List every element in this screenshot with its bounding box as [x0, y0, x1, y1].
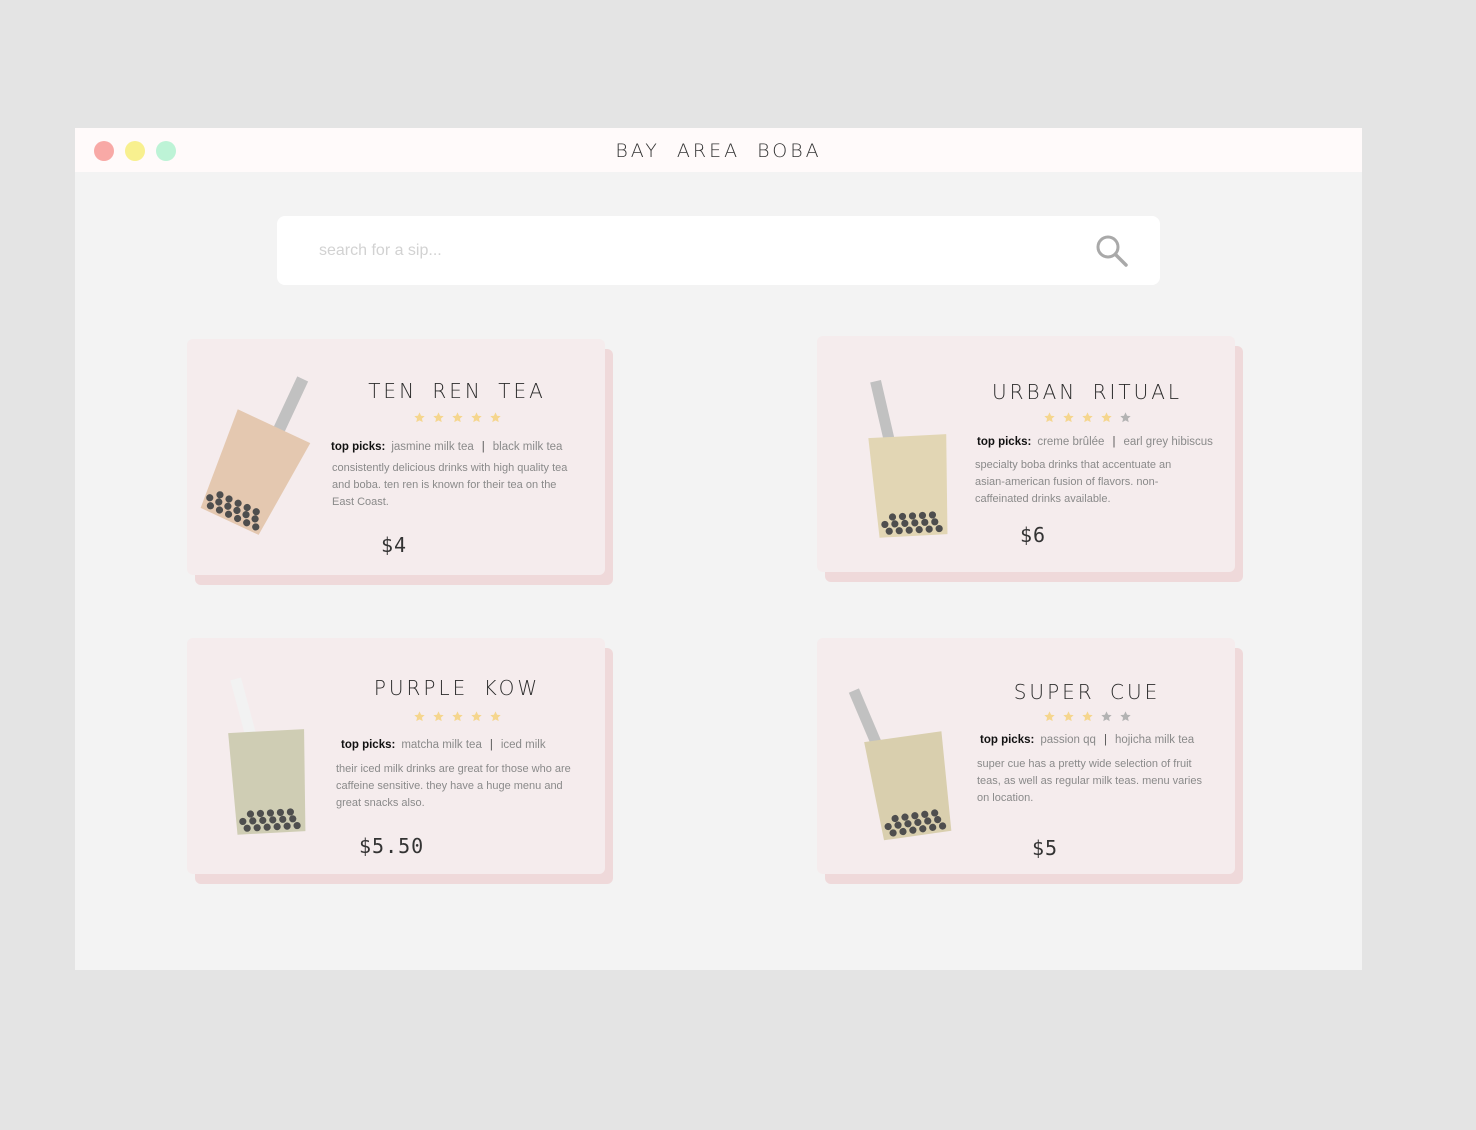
- star-icon: [1081, 412, 1093, 423]
- top-picks: top picks: matcha milk tea | iced milk: [341, 739, 605, 751]
- star-icon: [489, 412, 501, 423]
- shop-price: $5.50: [359, 834, 425, 858]
- top-pick-1: passion qq: [1040, 734, 1096, 746]
- top-pick-2: iced milk: [500, 739, 546, 751]
- star-icon: [413, 412, 425, 423]
- shop-description: super cue has a pretty wide selection of…: [977, 758, 1202, 804]
- cup-body: [868, 434, 948, 538]
- card-face: URBAN RITUAL top picks: creme brûlée | earl…: [817, 336, 1235, 572]
- star-icon: [451, 412, 463, 423]
- star-icon: [470, 711, 482, 722]
- app-window: BAY AREA BOBA TEN REN TEA top picks: jasm…: [75, 128, 1362, 970]
- star-icon: [1100, 412, 1112, 423]
- shop-card-purple-kow[interactable]: PURPLE KOW top picks: matcha milk tea | ice…: [187, 638, 613, 884]
- rating-stars: [967, 710, 1207, 724]
- rating-stars: [337, 710, 577, 724]
- boba-cup-icon: [228, 677, 306, 835]
- shop-card-super-cue[interactable]: SUPER CUE top picks: passion qq | hojicha m…: [817, 638, 1243, 884]
- shop-name: TEN REN TEA: [368, 379, 546, 403]
- rating-stars: [337, 411, 577, 425]
- shop-price: $5: [1032, 836, 1059, 860]
- star-icon: [1081, 711, 1093, 722]
- top-picks-label: top picks:: [977, 436, 1032, 448]
- pick-separator: |: [489, 739, 493, 751]
- boba-cup-icon: [868, 379, 948, 538]
- top-pick-1: creme brûlée: [1037, 436, 1105, 448]
- shop-card-urban-ritual[interactable]: URBAN RITUAL top picks: creme brûlée | earl…: [817, 336, 1243, 582]
- star-icon: [451, 711, 463, 722]
- star-icon: [413, 711, 425, 722]
- shop-description: their iced milk drinks are great for tho…: [336, 763, 571, 809]
- top-pick-2: earl grey hibiscus: [1123, 436, 1213, 448]
- boba-cup-icon: [848, 688, 952, 841]
- rating-stars: [967, 411, 1207, 425]
- app-title: BAY AREA BOBA: [615, 140, 822, 162]
- top-picks-label: top picks:: [341, 739, 396, 751]
- star-icon: [1119, 711, 1131, 722]
- star-icon: [1100, 711, 1112, 722]
- search-input[interactable]: [317, 236, 1081, 266]
- star-icon: [432, 412, 444, 423]
- shop-name: SUPER CUE: [1013, 680, 1161, 704]
- top-pick-2: hojicha milk tea: [1114, 734, 1195, 746]
- shop-name: PURPLE KOW: [373, 676, 541, 700]
- pick-separator: |: [481, 441, 485, 453]
- top-pick-1: jasmine milk tea: [391, 441, 474, 453]
- top-pick-1: matcha milk tea: [401, 739, 482, 751]
- card-face: SUPER CUE top picks: passion qq | hojicha m…: [817, 638, 1235, 874]
- search-icon[interactable]: [1095, 234, 1129, 268]
- pick-separator: |: [1112, 436, 1116, 448]
- boba-cup-icon: [200, 376, 311, 535]
- top-picks: top picks: jasmine milk tea | black milk te…: [331, 441, 601, 453]
- top-picks: top picks: creme brûlée | earl grey hibiscu…: [977, 436, 1235, 448]
- star-icon: [1062, 711, 1074, 722]
- star-icon: [489, 711, 501, 722]
- star-icon: [1119, 412, 1131, 423]
- star-icon: [470, 412, 482, 423]
- shop-description: consistently delicious drinks with high …: [332, 462, 568, 508]
- top-pick-2: black milk tea: [492, 441, 563, 453]
- top-picks-label: top picks:: [331, 441, 386, 453]
- shop-description: specialty boba drinks that accentuate an…: [975, 459, 1172, 505]
- title-bar: BAY AREA BOBA: [75, 128, 1362, 172]
- shop-card-ten-ren-tea[interactable]: TEN REN TEA top picks: jasmine milk tea | b…: [187, 339, 613, 585]
- top-picks: top picks: passion qq | hojicha milk tea: [980, 734, 1235, 746]
- card-face: PURPLE KOW top picks: matcha milk tea | ice…: [187, 638, 605, 874]
- star-icon: [1043, 412, 1055, 423]
- search-bar: [277, 216, 1160, 285]
- star-icon: [1043, 711, 1055, 722]
- pick-separator: |: [1103, 734, 1107, 746]
- top-picks-label: top picks:: [980, 734, 1035, 746]
- shop-price: $4: [381, 533, 408, 557]
- shop-name: URBAN RITUAL: [991, 380, 1183, 404]
- star-icon: [432, 711, 444, 722]
- card-face: TEN REN TEA top picks: jasmine milk tea | b…: [187, 339, 605, 575]
- star-icon: [1062, 412, 1074, 423]
- shop-price: $6: [1020, 523, 1047, 547]
